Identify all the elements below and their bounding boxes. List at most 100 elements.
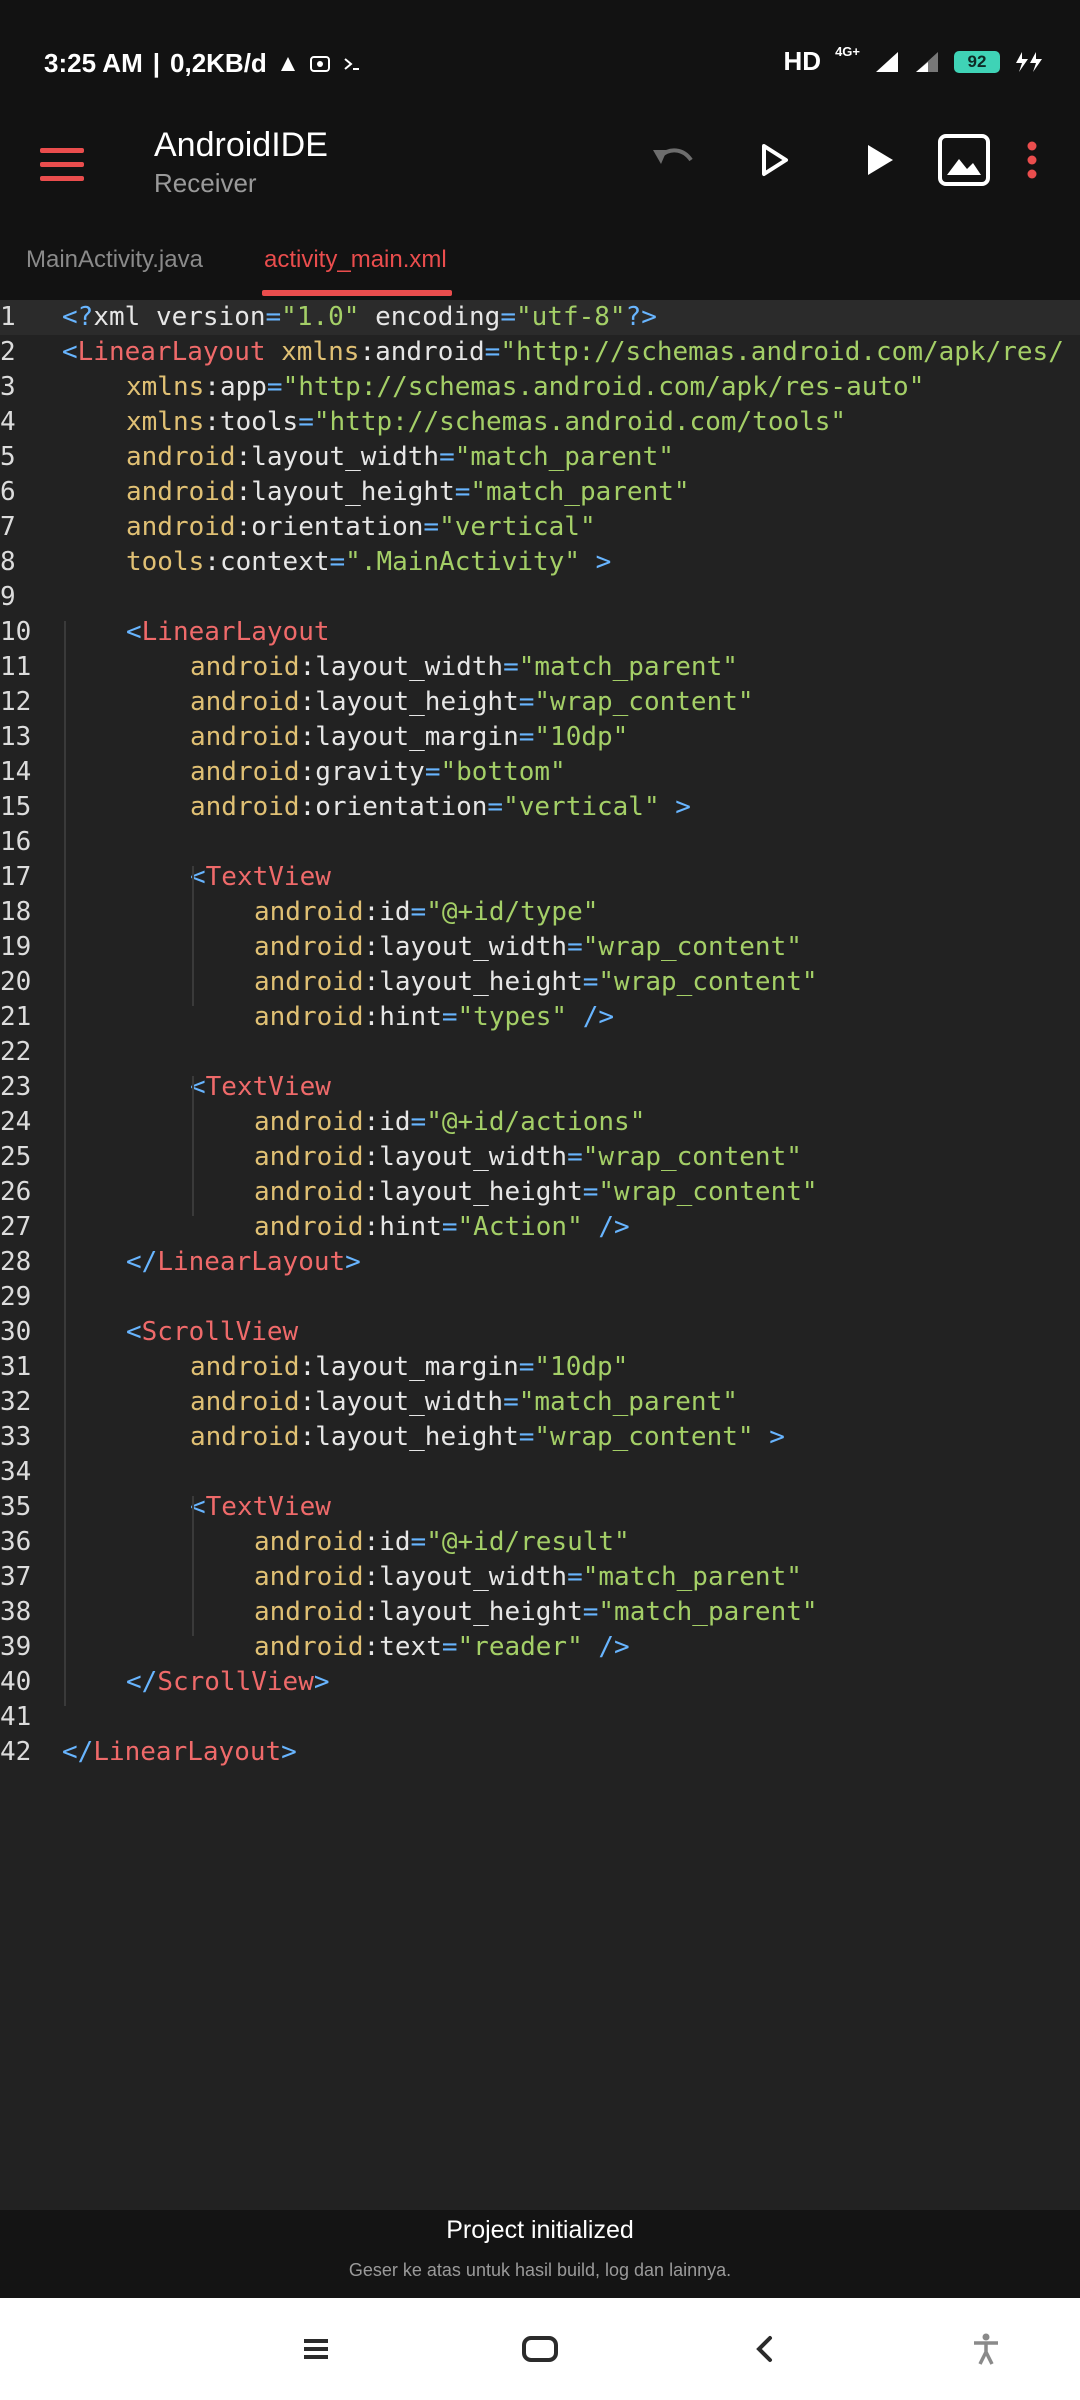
code-line[interactable]: 37 android:layout_width="match_parent" xyxy=(0,1560,1080,1595)
code-line[interactable]: 40 </ScrollView> xyxy=(0,1665,1080,1700)
code-token: tools xyxy=(126,547,205,577)
code-token: xmlns xyxy=(126,372,205,402)
code-line[interactable]: 17 <TextView xyxy=(0,860,1080,895)
code-token: layout_width xyxy=(315,1387,504,1417)
code-line[interactable]: 25 android:layout_width="wrap_content" xyxy=(0,1140,1080,1175)
code-line[interactable]: 27 android:hint="Action" /> xyxy=(0,1210,1080,1245)
code-line[interactable]: 38 android:layout_height="match_parent" xyxy=(0,1595,1080,1630)
run-button[interactable] xyxy=(850,130,910,190)
code-token: hint xyxy=(379,1002,442,1032)
code-line[interactable]: 19 android:layout_width="wrap_content" xyxy=(0,930,1080,965)
terminal-icon xyxy=(344,57,359,70)
code-token: TextView xyxy=(205,1072,331,1102)
code-line[interactable]: 41 xyxy=(0,1700,1080,1735)
code-line[interactable]: 21 android:hint="types" /> xyxy=(0,1000,1080,1035)
code-line[interactable]: 30 <ScrollView xyxy=(0,1315,1080,1350)
line-code: </LinearLayout> xyxy=(126,1245,361,1280)
code-token: "http://schemas.android.com/apk/res/ xyxy=(500,337,1064,367)
code-token: android xyxy=(254,1632,364,1662)
menu-icon[interactable] xyxy=(40,148,84,188)
line-number: 22 xyxy=(0,1037,32,1067)
code-token: : xyxy=(299,1387,316,1417)
charging-icon xyxy=(1016,51,1042,72)
code-line[interactable]: 4 xmlns:tools="http://schemas.android.com… xyxy=(0,405,1080,440)
code-token: = xyxy=(424,757,441,787)
code-line[interactable]: 23 <TextView xyxy=(0,1070,1080,1105)
code-token: = xyxy=(567,932,583,962)
home-button[interactable] xyxy=(510,2324,570,2374)
code-line[interactable]: 3 xmlns:app="http://schemas.android.com/a… xyxy=(0,370,1080,405)
code-line[interactable]: 7 android:orientation="vertical" xyxy=(0,510,1080,545)
app-title: AndroidIDE xyxy=(154,126,328,164)
code-line[interactable]: 34 xyxy=(0,1455,1080,1490)
code-line[interactable]: 15 android:orientation="vertical" > xyxy=(0,790,1080,825)
code-line[interactable]: 18 android:id="@+id/type" xyxy=(0,895,1080,930)
line-code: android:layout_height="match_parent" xyxy=(254,1595,818,1630)
code-line[interactable]: 22 xyxy=(0,1035,1080,1070)
code-line[interactable]: 11 android:layout_width="match_parent" xyxy=(0,650,1080,685)
tab-mainactivity-java[interactable]: MainActivity.java xyxy=(26,246,203,274)
code-token: android xyxy=(254,1107,364,1137)
back-icon xyxy=(756,2336,772,2362)
code-token: android xyxy=(254,897,364,927)
build-status-panel[interactable]: Project initialized Geser ke atas untuk … xyxy=(0,2210,1080,2298)
code-token: = xyxy=(441,1212,458,1242)
line-number: 10 xyxy=(0,617,32,647)
line-code: <ScrollView xyxy=(126,1315,298,1350)
code-line[interactable]: 42 </LinearLayout> xyxy=(0,1735,1080,1770)
recents-button[interactable] xyxy=(286,2324,346,2374)
code-line[interactable]: 9 xyxy=(0,580,1080,615)
code-line[interactable]: 10 <LinearLayout xyxy=(0,615,1080,650)
back-button[interactable] xyxy=(734,2324,794,2374)
image-icon xyxy=(938,134,990,186)
code-token: layout_width xyxy=(379,1142,568,1172)
undo-button[interactable] xyxy=(642,130,702,190)
code-line[interactable]: 16 xyxy=(0,825,1080,860)
layout-preview-button[interactable] xyxy=(934,130,994,190)
line-code: android:layout_width="wrap_content" xyxy=(254,1140,802,1175)
code-line[interactable]: 31 android:layout_margin="10dp" xyxy=(0,1350,1080,1385)
code-line[interactable]: 5 android:layout_width="match_parent" xyxy=(0,440,1080,475)
indent-guide xyxy=(192,866,194,1006)
code-line[interactable]: 2 <LinearLayout xmlns:android="http://sch… xyxy=(0,335,1080,370)
code-token: id xyxy=(379,1107,411,1137)
code-line[interactable]: 6 android:layout_height="match_parent" xyxy=(0,475,1080,510)
accessibility-button[interactable] xyxy=(956,2324,1016,2374)
code-line[interactable]: 39 android:text="reader" /> xyxy=(0,1630,1080,1665)
code-token: = xyxy=(500,302,516,332)
code-line[interactable]: 28 </LinearLayout> xyxy=(0,1245,1080,1280)
code-line[interactable]: 32 android:layout_width="match_parent" xyxy=(0,1385,1080,1420)
code-token: "wrap_content" xyxy=(582,1142,802,1172)
more-options-button[interactable] xyxy=(1004,130,1060,190)
code-token: LinearLayout xyxy=(77,337,266,367)
code-line[interactable]: 24 android:id="@+id/actions" xyxy=(0,1105,1080,1140)
line-number: 32 xyxy=(0,1387,32,1417)
code-token: android xyxy=(254,1527,364,1557)
code-line[interactable]: 26 android:layout_height="wrap_content" xyxy=(0,1175,1080,1210)
play-outline-icon xyxy=(762,144,788,176)
code-line[interactable]: 35 <TextView xyxy=(0,1490,1080,1525)
line-code: </LinearLayout> xyxy=(62,1735,297,1770)
code-token: xml xyxy=(93,302,156,332)
code-token: android xyxy=(190,792,300,822)
line-number: 39 xyxy=(0,1632,32,1662)
code-token: : xyxy=(363,1212,380,1242)
tab-activity-main-xml[interactable]: activity_main.xml xyxy=(264,246,447,274)
code-editor[interactable]: 1 <?xml version="1.0" encoding="utf-8"?> 2… xyxy=(0,300,1080,2210)
code-line[interactable]: 13 android:layout_margin="10dp" xyxy=(0,720,1080,755)
code-line[interactable]: 33 android:layout_height="wrap_content" > xyxy=(0,1420,1080,1455)
code-line[interactable]: 1 <?xml version="1.0" encoding="utf-8"?> xyxy=(0,300,1080,335)
quick-run-button[interactable] xyxy=(745,130,805,190)
code-line[interactable]: 20 android:layout_height="wrap_content" xyxy=(0,965,1080,1000)
code-line[interactable]: 12 android:layout_height="wrap_content" xyxy=(0,685,1080,720)
code-token: : xyxy=(363,897,380,927)
line-code: android:layout_width="match_parent" xyxy=(126,440,674,475)
code-token: = xyxy=(518,687,535,717)
code-line[interactable]: 14 android:gravity="bottom" xyxy=(0,755,1080,790)
code-line[interactable]: 36 android:id="@+id/result" xyxy=(0,1525,1080,1560)
line-number: 20 xyxy=(0,967,32,997)
code-line[interactable]: 8 tools:context=".MainActivity" > xyxy=(0,545,1080,580)
code-line[interactable]: 29 xyxy=(0,1280,1080,1315)
code-token: layout_height xyxy=(379,967,583,997)
line-code: <TextView xyxy=(190,860,331,895)
